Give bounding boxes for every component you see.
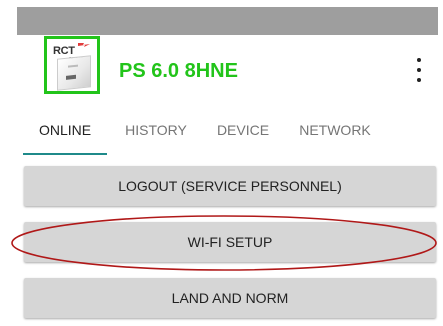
tab-network[interactable]: NETWORK [287, 105, 383, 155]
app-logo: RCT power [44, 36, 100, 94]
status-bar [17, 7, 438, 35]
wifi-setup-button[interactable]: WI-FI SETUP [24, 222, 436, 262]
logo-flash-icon [78, 43, 90, 47]
app-screen: RCT power PS 6.0 8HNE ONLINE HISTORY DEV… [0, 0, 443, 326]
tab-online[interactable]: ONLINE [23, 105, 107, 155]
tab-active-indicator [23, 153, 107, 155]
tab-device[interactable]: DEVICE [203, 105, 283, 155]
more-vert-icon[interactable] [412, 57, 426, 83]
logout-service-personnel-button[interactable]: LOGOUT (SERVICE PERSONNEL) [24, 166, 436, 206]
tab-history[interactable]: HISTORY [111, 105, 201, 155]
land-and-norm-button[interactable]: LAND AND NORM [24, 278, 436, 318]
app-bar: RCT power PS 6.0 8HNE [17, 35, 438, 105]
tab-bar: ONLINE HISTORY DEVICE NETWORK [17, 105, 438, 155]
inverter-device-icon [57, 55, 91, 91]
app-title: PS 6.0 8HNE [119, 60, 238, 82]
